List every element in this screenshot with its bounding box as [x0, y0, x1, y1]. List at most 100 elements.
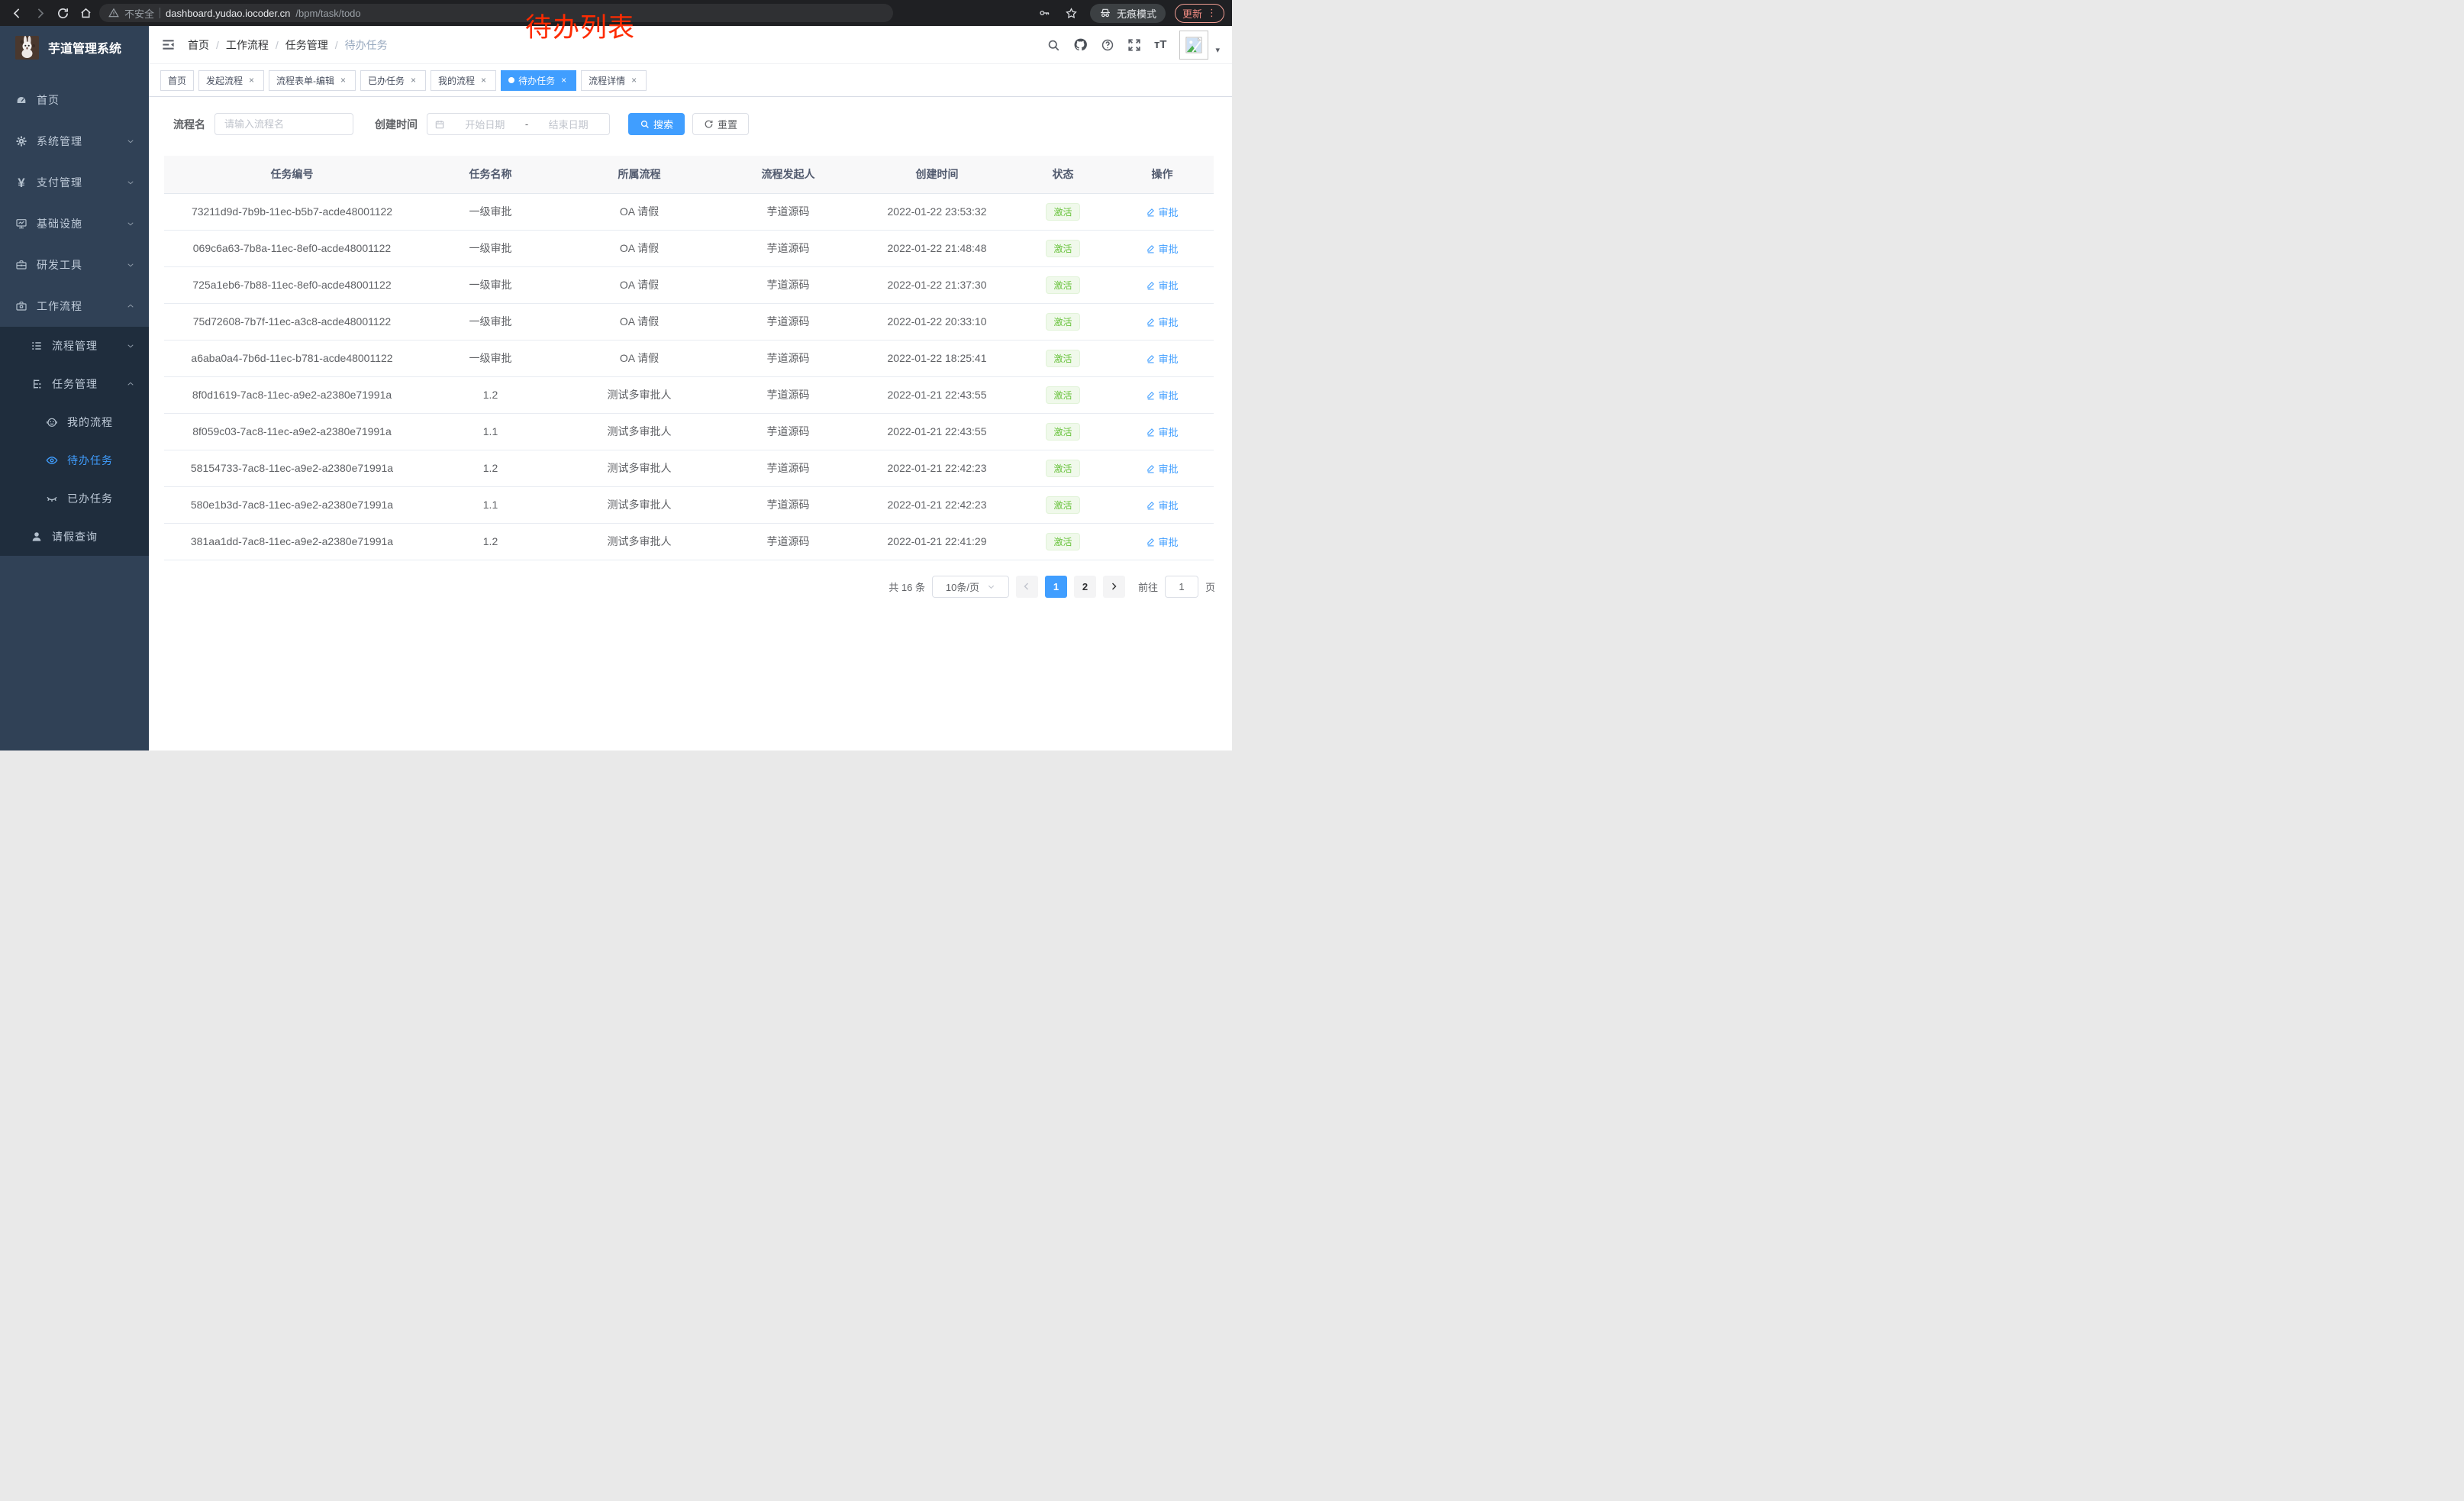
- approve-link[interactable]: 审批: [1146, 498, 1178, 512]
- chevron-down-icon: [126, 137, 135, 146]
- tree-icon: [31, 378, 43, 390]
- key-icon[interactable]: [1035, 4, 1053, 22]
- tab-流程表单-编辑[interactable]: 流程表单-编辑×: [269, 70, 356, 91]
- app-logo-row[interactable]: 芋道管理系统: [0, 26, 149, 69]
- tab-我的流程[interactable]: 我的流程×: [431, 70, 496, 91]
- prev-page-button[interactable]: [1016, 576, 1038, 598]
- sidebar-item-流程管理[interactable]: 流程管理: [0, 327, 149, 365]
- next-page-button[interactable]: [1103, 576, 1125, 598]
- user-icon: [31, 531, 43, 543]
- close-icon[interactable]: ×: [479, 76, 489, 86]
- bookmark-star-icon[interactable]: [1063, 4, 1081, 22]
- process-name-input[interactable]: [214, 113, 353, 135]
- sidebar-item-系统管理[interactable]: 系统管理: [0, 121, 149, 162]
- edit-icon: [1146, 280, 1156, 290]
- active-tab-dot: [508, 77, 514, 83]
- breadcrumb-item-工作流程[interactable]: 工作流程: [226, 37, 269, 53]
- goto-suffix: 页: [1205, 579, 1215, 594]
- sidebar-item-已办任务[interactable]: 已办任务: [0, 479, 149, 518]
- url-bar[interactable]: 不安全 dashboard.yudao.iocoder.cn/bpm/task/…: [99, 4, 893, 22]
- forward-icon[interactable]: [31, 4, 49, 22]
- approve-link[interactable]: 审批: [1146, 534, 1178, 549]
- url-host: dashboard.yudao.iocoder.cn: [166, 8, 290, 19]
- sidebar-item-任务管理[interactable]: 任务管理: [0, 365, 149, 403]
- close-icon[interactable]: ×: [338, 76, 348, 86]
- tab-待办任务[interactable]: 待办任务 ×: [501, 70, 576, 91]
- chevron-down-icon: [126, 260, 135, 270]
- approve-link[interactable]: 审批: [1146, 388, 1178, 402]
- approve-link[interactable]: 审批: [1146, 351, 1178, 366]
- sidebar-collapse-icon[interactable]: [161, 37, 176, 52]
- sidebar-item-首页[interactable]: 首页: [0, 79, 149, 121]
- cell-create-time: 2022-01-21 22:42:23: [859, 486, 1015, 523]
- search-button[interactable]: 搜索: [628, 113, 685, 135]
- sidebar-item-工作流程[interactable]: 工作流程: [0, 286, 149, 327]
- tab-label: 待办任务: [518, 74, 555, 87]
- close-icon[interactable]: ×: [629, 76, 639, 86]
- date-range-picker[interactable]: 开始日期 - 结束日期: [427, 113, 610, 135]
- update-button[interactable]: 更新 ⋮: [1175, 4, 1224, 23]
- table-header-row: 任务编号任务名称所属流程流程发起人创建时间状态操作: [164, 156, 1214, 193]
- chevron-down-icon: [126, 341, 135, 350]
- page-button-1[interactable]: 1: [1045, 576, 1067, 598]
- cell-starter: 芋道源码: [718, 303, 859, 340]
- fullscreen-icon[interactable]: [1127, 38, 1141, 52]
- table-row: 73211d9d-7b9b-11ec-b5b7-acde48001122一级审批…: [164, 193, 1214, 230]
- reset-button[interactable]: 重置: [692, 113, 749, 135]
- page-button-2[interactable]: 2: [1074, 576, 1096, 598]
- table-row: 8f059c03-7ac8-11ec-a9e2-a2380e71991a1.1测…: [164, 413, 1214, 450]
- approve-link[interactable]: 审批: [1146, 278, 1178, 292]
- cell-task-name: 一级审批: [420, 193, 561, 230]
- help-icon[interactable]: [1101, 38, 1114, 52]
- home-icon[interactable]: [76, 4, 95, 22]
- search-icon[interactable]: [1047, 38, 1060, 52]
- sidebar-item-基础设施[interactable]: 基础设施: [0, 203, 149, 244]
- sidebar-item-研发工具[interactable]: 研发工具: [0, 244, 149, 286]
- cell-task-name: 一级审批: [420, 266, 561, 303]
- create-time-label: 创建时间: [375, 117, 418, 132]
- cell-create-time: 2022-01-22 21:37:30: [859, 266, 1015, 303]
- cell-task-name: 1.1: [420, 486, 561, 523]
- status-badge: 激活: [1046, 350, 1079, 367]
- goto-page-input[interactable]: [1165, 576, 1198, 598]
- edit-icon: [1146, 463, 1156, 473]
- process-name-label: 流程名: [173, 117, 205, 132]
- edit-icon: [1146, 500, 1156, 510]
- breadcrumb-item-首页[interactable]: 首页: [188, 37, 209, 53]
- font-size-icon[interactable]: ᴛT: [1154, 38, 1167, 51]
- approve-link[interactable]: 审批: [1146, 205, 1178, 219]
- close-icon[interactable]: ×: [247, 76, 256, 86]
- tab-已办任务[interactable]: 已办任务×: [360, 70, 426, 91]
- close-icon[interactable]: ×: [408, 76, 418, 86]
- tab-首页[interactable]: 首页: [160, 70, 194, 91]
- approve-link[interactable]: 审批: [1146, 315, 1178, 329]
- back-icon[interactable]: [8, 4, 26, 22]
- avatar-caret-icon[interactable]: ▾: [1215, 45, 1220, 55]
- cell-task-name: 一级审批: [420, 230, 561, 266]
- approve-link[interactable]: 审批: [1146, 241, 1178, 256]
- table-row: 58154733-7ac8-11ec-a9e2-a2380e71991a1.2测…: [164, 450, 1214, 486]
- sidebar-item-支付管理[interactable]: ¥支付管理: [0, 162, 149, 203]
- sidebar-item-请假查询[interactable]: 请假查询: [0, 518, 149, 556]
- tab-发起流程[interactable]: 发起流程 ×: [198, 70, 264, 91]
- tab-流程详情[interactable]: 流程详情×: [581, 70, 647, 91]
- reload-icon[interactable]: [53, 4, 72, 22]
- github-icon[interactable]: [1073, 37, 1088, 52]
- cell-task-id: 8f059c03-7ac8-11ec-a9e2-a2380e71991a: [164, 413, 420, 450]
- cell-starter: 芋道源码: [718, 450, 859, 486]
- sidebar-item-待办任务[interactable]: 待办任务: [0, 441, 149, 479]
- close-icon[interactable]: ×: [559, 76, 569, 86]
- approve-link[interactable]: 审批: [1146, 424, 1178, 439]
- tab-label: 发起流程: [206, 74, 243, 87]
- browser-menu-icon[interactable]: ⋮: [1207, 7, 1217, 19]
- sidebar-item-我的流程[interactable]: 我的流程: [0, 403, 149, 441]
- breadcrumb-item-任务管理[interactable]: 任务管理: [285, 37, 328, 53]
- cell-starter: 芋道源码: [718, 486, 859, 523]
- chevron-down-icon: [987, 583, 995, 591]
- avatar[interactable]: [1179, 31, 1208, 60]
- page-size-select[interactable]: 10条/页: [932, 576, 1009, 598]
- approve-link[interactable]: 审批: [1146, 461, 1178, 476]
- sidebar-item-label: 任务管理: [52, 376, 126, 392]
- cell-process: OA 请假: [561, 230, 718, 266]
- cell-create-time: 2022-01-21 22:42:23: [859, 450, 1015, 486]
